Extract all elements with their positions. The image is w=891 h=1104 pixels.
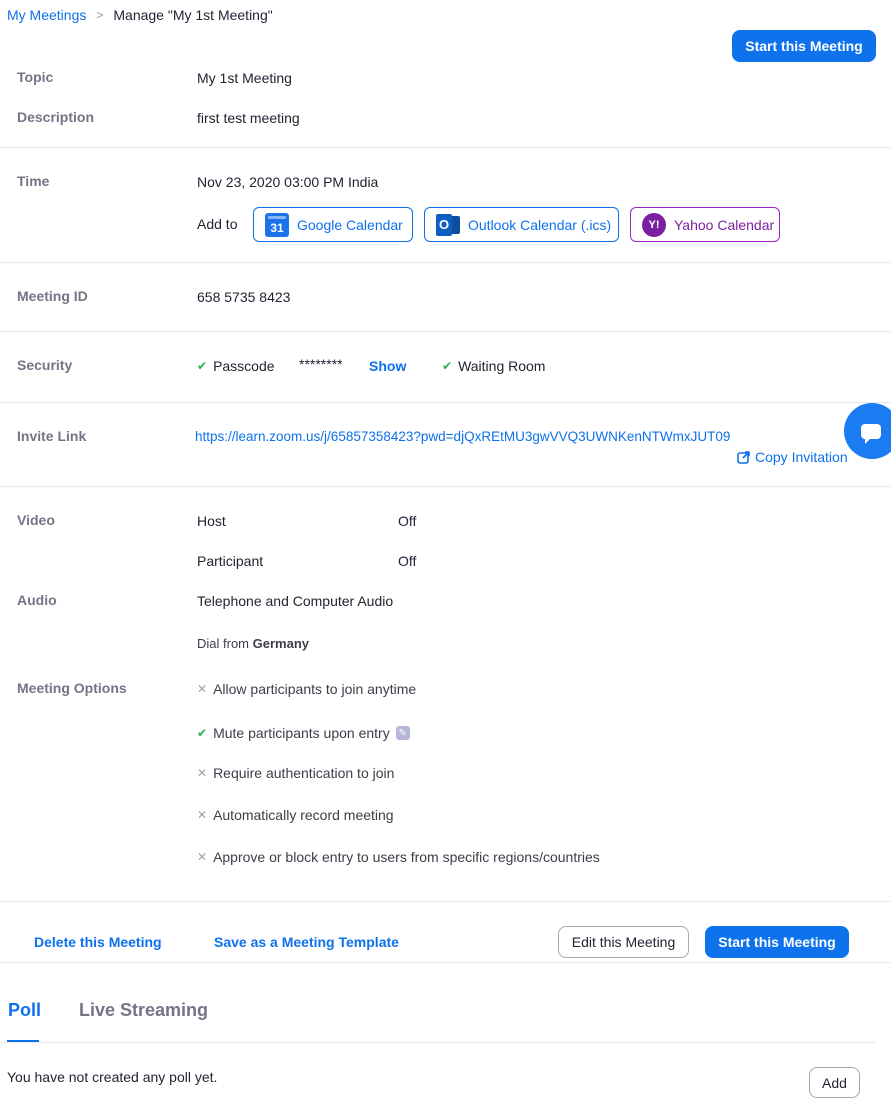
meeting-id-value: 658 5735 8423 [197, 289, 291, 305]
time-value: Nov 23, 2020 03:00 PM India [197, 174, 379, 190]
divider [0, 147, 891, 148]
yahoo-icon: Y! [642, 212, 666, 237]
check-icon: ✔ [442, 359, 453, 373]
divider [0, 962, 891, 963]
start-meeting-button-bottom[interactable]: Start this Meeting [705, 926, 849, 958]
topic-value: My 1st Meeting [197, 70, 292, 86]
option-join-anytime: ✕ Allow participants to join anytime [197, 681, 416, 697]
option-label: Mute participants upon entry [213, 725, 390, 741]
meeting-options-label: Meeting Options [17, 680, 127, 696]
yahoo-calendar-label: Yahoo Calendar [674, 216, 775, 233]
option-label: Automatically record meeting [213, 807, 394, 823]
option-region-block: ✕ Approve or block entry to users from s… [197, 849, 600, 865]
copy-invitation-link[interactable]: Copy Invitation [737, 449, 848, 465]
outlook-calendar-button[interactable]: O Outlook Calendar (.ics) [424, 207, 619, 242]
poll-empty-text: You have not created any poll yet. [7, 1069, 218, 1085]
option-mute-on-entry: ✔ Mute participants upon entry ✎ [197, 725, 410, 741]
video-participant-label: Participant [197, 553, 264, 569]
security-label: Security [17, 357, 73, 373]
video-host-label: Host [197, 513, 226, 529]
google-calendar-label: Google Calendar [297, 216, 403, 233]
divider [0, 262, 891, 263]
invite-link-label: Invite Link [17, 428, 87, 444]
video-host-value: Off [398, 513, 417, 529]
show-passcode-link[interactable]: Show [369, 358, 406, 374]
option-label: Approve or block entry to users from spe… [213, 849, 600, 865]
yahoo-calendar-button[interactable]: Y! Yahoo Calendar [630, 207, 780, 242]
breadcrumb-my-meetings-link[interactable]: My Meetings [7, 7, 86, 23]
audio-value: Telephone and Computer Audio [197, 593, 394, 609]
chat-bubble-button[interactable] [844, 403, 891, 459]
video-participant-value: Off [398, 553, 417, 569]
waiting-room-row: ✔ Waiting Room [442, 358, 545, 374]
add-poll-button[interactable]: Add [809, 1067, 860, 1098]
passcode-row: ✔ Passcode [197, 358, 275, 374]
option-label: Allow participants to join anytime [213, 681, 417, 697]
x-icon: ✕ [197, 766, 208, 780]
dial-from: Dial from Germany [197, 636, 309, 651]
waiting-room-label: Waiting Room [458, 358, 546, 374]
share-icon [737, 451, 750, 464]
invite-link-url[interactable]: https://learn.zoom.us/j/65857358423?pwd=… [195, 429, 730, 444]
x-icon: ✕ [197, 850, 208, 864]
check-icon: ✔ [197, 726, 208, 740]
breadcrumb-separator: > [96, 8, 104, 22]
divider [0, 402, 891, 403]
meeting-id-label: Meeting ID [17, 288, 88, 304]
copy-invitation-label: Copy Invitation [755, 449, 848, 465]
delete-meeting-link[interactable]: Delete this Meeting [34, 934, 162, 950]
option-auto-record: ✕ Automatically record meeting [197, 807, 394, 823]
google-calendar-button[interactable]: 31 Google Calendar [253, 207, 413, 242]
dial-from-country: Germany [252, 636, 310, 651]
video-label: Video [17, 512, 55, 528]
tab-poll[interactable]: Poll [8, 1000, 41, 1021]
google-calendar-icon: 31 [265, 212, 289, 237]
edit-meeting-button[interactable]: Edit this Meeting [558, 926, 689, 958]
check-icon: ✔ [197, 359, 208, 373]
outlook-calendar-label: Outlook Calendar (.ics) [468, 216, 612, 233]
passcode-value: ******** [299, 356, 343, 372]
time-label: Time [17, 173, 50, 189]
divider [0, 901, 891, 902]
breadcrumb-current: Manage "My 1st Meeting" [113, 7, 273, 23]
add-to-label: Add to [197, 216, 238, 232]
audio-label: Audio [17, 592, 57, 608]
breadcrumb: My Meetings > Manage "My 1st Meeting" [7, 7, 273, 23]
option-label: Require authentication to join [213, 765, 395, 781]
x-icon: ✕ [197, 682, 208, 696]
save-template-link[interactable]: Save as a Meeting Template [214, 934, 399, 950]
topic-label: Topic [17, 69, 54, 85]
option-require-auth: ✕ Require authentication to join [197, 765, 394, 781]
x-icon: ✕ [197, 808, 208, 822]
description-value: first test meeting [197, 110, 300, 126]
divider [0, 331, 891, 332]
passcode-label: Passcode [213, 358, 275, 374]
dial-from-prefix: Dial from [197, 636, 250, 651]
mute-info-icon[interactable]: ✎ [395, 726, 410, 740]
outlook-icon: O [436, 213, 460, 236]
tab-divider [0, 1042, 876, 1043]
tab-live-streaming[interactable]: Live Streaming [79, 1000, 208, 1021]
chat-icon [861, 423, 881, 444]
start-meeting-button-top[interactable]: Start this Meeting [732, 30, 876, 62]
divider [0, 486, 891, 487]
description-label: Description [17, 109, 95, 125]
